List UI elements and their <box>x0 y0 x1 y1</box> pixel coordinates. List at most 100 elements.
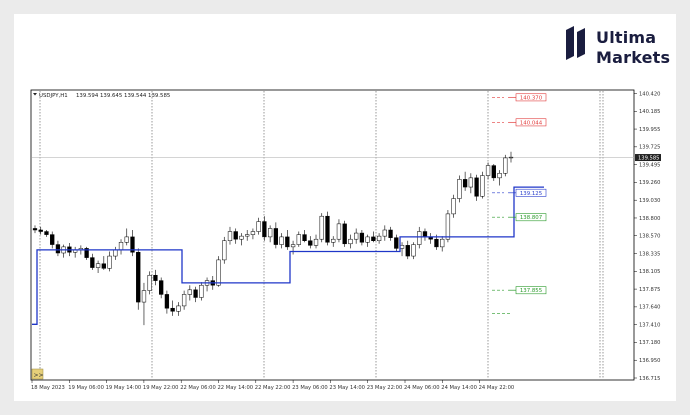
candle <box>457 175 462 203</box>
target-value: 139.125 <box>520 191 542 197</box>
x-tick-label: 23 May 14:00 <box>329 385 365 391</box>
candle <box>342 220 347 247</box>
candle-body-bear <box>153 274 158 281</box>
y-tick-label: 138.105 <box>639 269 660 275</box>
candle-body-bull <box>331 238 336 243</box>
y-tick-label: 140.420 <box>639 91 660 97</box>
candle-body-bull <box>354 232 359 240</box>
candle <box>319 213 324 243</box>
candle-body-bull <box>313 238 319 246</box>
candle-body-bear <box>32 228 38 231</box>
candle-body-bull <box>227 231 233 241</box>
x-tick-label: 24 May 06:00 <box>404 385 440 391</box>
x-tick-label: 24 May 14:00 <box>441 385 477 391</box>
candle-body-bull <box>508 156 514 159</box>
candle-body-bull <box>290 244 296 248</box>
candle-body-bear <box>262 221 267 238</box>
y-tick-label: 137.410 <box>639 322 660 328</box>
candle-body-bear <box>90 257 95 268</box>
candle <box>325 211 330 246</box>
y-tick-label: 139.725 <box>639 145 660 151</box>
candle-body-bull <box>124 236 129 243</box>
target-value: 140.044 <box>520 120 543 126</box>
candle-body-bull <box>497 173 502 179</box>
y-tick-label: 138.570 <box>639 234 660 240</box>
candle-body-bear <box>371 236 376 241</box>
current-price-value: 139.585 <box>638 155 659 161</box>
candle-body-bear <box>302 234 307 241</box>
candle-body-bull <box>480 175 485 197</box>
scroll-to-end-icon: >> <box>34 372 44 379</box>
candle-body-bear <box>101 263 106 269</box>
candle-body-bull <box>199 284 204 298</box>
candle-body-bull <box>222 240 227 261</box>
candle <box>136 248 141 310</box>
y-tick-label: 139.260 <box>639 180 660 186</box>
candle-body-bear <box>193 289 198 298</box>
candle-body-bear <box>285 236 290 248</box>
candle-body-bull <box>451 198 456 215</box>
y-tick-label: 138.800 <box>639 216 660 222</box>
x-tick-label: 22 May 22:00 <box>255 385 291 391</box>
x-axis: 18 May 2023 19 May 06:00 19 May 14:00 19 Ma… <box>31 380 514 391</box>
candle-body-bear <box>55 244 61 254</box>
target-value: 138.807 <box>520 215 542 221</box>
candle-body-bear <box>325 215 330 243</box>
x-tick-label: 19 May 06:00 <box>68 385 104 391</box>
candle-body-bear <box>273 228 279 245</box>
candle-body-bull <box>95 263 101 268</box>
candle-body-bear <box>164 294 170 309</box>
candle-body-bear <box>159 280 164 295</box>
candle-body-bear <box>136 251 141 303</box>
candle <box>503 154 508 177</box>
x-tick-label: 24 May 22:00 <box>479 385 515 391</box>
y-tick-label: 138.335 <box>639 251 660 257</box>
candle-body-bear <box>359 232 365 243</box>
candle-body-bull <box>256 221 261 232</box>
candle-body-bull <box>181 294 187 307</box>
candle-body-bull <box>348 238 353 245</box>
y-tick-label: 136.950 <box>639 358 660 364</box>
candle-body-bull <box>279 236 284 245</box>
candle-body-bear <box>38 229 43 232</box>
y-tick-label: 139.030 <box>639 198 660 204</box>
candle-body-bull <box>176 305 181 312</box>
candle-body-bull <box>445 213 451 240</box>
x-tick-label: 19 May 22:00 <box>143 385 179 391</box>
x-tick-label: 22 May 06:00 <box>180 385 216 391</box>
y-tick-label: 137.180 <box>639 340 660 346</box>
candle-body-bull <box>267 228 273 238</box>
candle-body-bull <box>382 229 387 237</box>
target-value: 137.855 <box>520 288 542 294</box>
y-tick-label: 139.955 <box>639 127 660 133</box>
x-tick-label: 23 May 06:00 <box>292 385 328 391</box>
candle-body-bull <box>319 215 324 240</box>
candle-body-bull <box>141 290 147 303</box>
price-chart[interactable]: 140.370 140.044 139.125 138.807 137.855 140.… <box>0 0 690 415</box>
chart-symbol: USDJPY,H1 <box>39 93 68 99</box>
candle-body-bull <box>440 238 445 248</box>
candle <box>222 236 227 264</box>
candle <box>216 256 221 287</box>
x-tick-label: 18 May 2023 <box>31 385 65 391</box>
plot-area[interactable] <box>30 89 635 381</box>
candle-body-bull <box>376 235 382 241</box>
y-tick-label: 137.640 <box>639 305 660 311</box>
candle-body-bear <box>474 177 479 197</box>
candle-body-bull <box>457 179 462 199</box>
candle-body-bear <box>44 231 49 235</box>
candle-body-bear <box>170 307 175 312</box>
candle-body-bear <box>50 234 55 245</box>
candle-body-bear <box>233 231 238 240</box>
candle-body-bear <box>394 237 399 249</box>
candle-body-bear <box>422 231 428 238</box>
candle-body-bull <box>118 242 124 251</box>
candle-body-bull <box>107 255 112 269</box>
y-tick-label: 137.875 <box>639 287 660 293</box>
candle-body-bull <box>417 231 422 245</box>
y-tick-label: 140.185 <box>639 109 660 115</box>
y-axis: 140.420 140.185 139.955 139.725 139.495 139.2… <box>634 91 661 382</box>
candle <box>480 171 485 199</box>
candle-body-bear <box>405 245 410 257</box>
x-tick-label: 22 May 14:00 <box>218 385 254 391</box>
